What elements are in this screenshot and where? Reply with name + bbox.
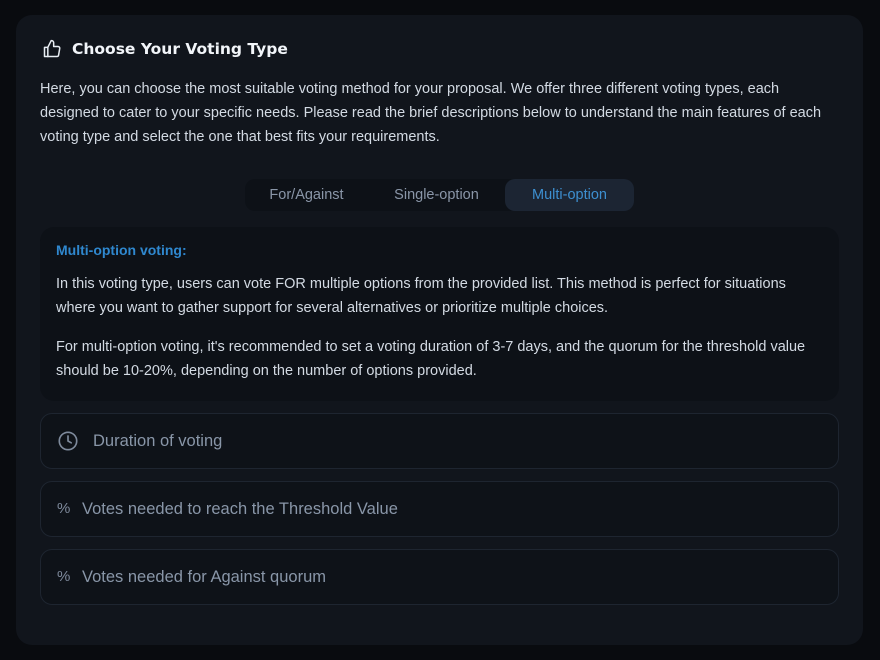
intro-text: Here, you can choose the most suitable v…: [40, 81, 822, 145]
description-recommendation: For multi-option voting, it's recommende…: [56, 339, 806, 379]
clock-icon: [57, 430, 79, 452]
description-title: Multi-option voting:: [56, 242, 187, 258]
description-paragraph: In this voting type, users can vote FOR …: [56, 276, 786, 316]
thumbs-up-icon: [42, 39, 62, 59]
tab-single-option[interactable]: Single-option: [375, 179, 498, 211]
threshold-votes-field[interactable]: % Votes needed to reach the Threshold Va…: [40, 481, 839, 537]
card-header: Choose Your Voting Type: [42, 39, 288, 59]
voting-description-panel: Multi-option voting: In this voting type…: [40, 227, 839, 401]
percent-icon: %: [57, 568, 71, 585]
against-quorum-placeholder: Votes needed for Against quorum: [82, 568, 327, 586]
duration-field[interactable]: Duration of voting: [40, 413, 839, 469]
tab-multi-option[interactable]: Multi-option: [505, 179, 634, 211]
percent-icon: %: [57, 500, 71, 517]
tab-for-against[interactable]: For/Against: [245, 179, 368, 211]
duration-placeholder: Duration of voting: [93, 432, 223, 450]
threshold-placeholder: Votes needed to reach the Threshold Valu…: [82, 500, 398, 518]
voting-type-card: Choose Your Voting Type Here, you can ch…: [16, 15, 863, 645]
page-title: Choose Your Voting Type: [72, 40, 288, 58]
against-quorum-field[interactable]: % Votes needed for Against quorum: [40, 549, 839, 605]
voting-type-tabs: For/Against Single-option Multi-option: [245, 179, 634, 211]
